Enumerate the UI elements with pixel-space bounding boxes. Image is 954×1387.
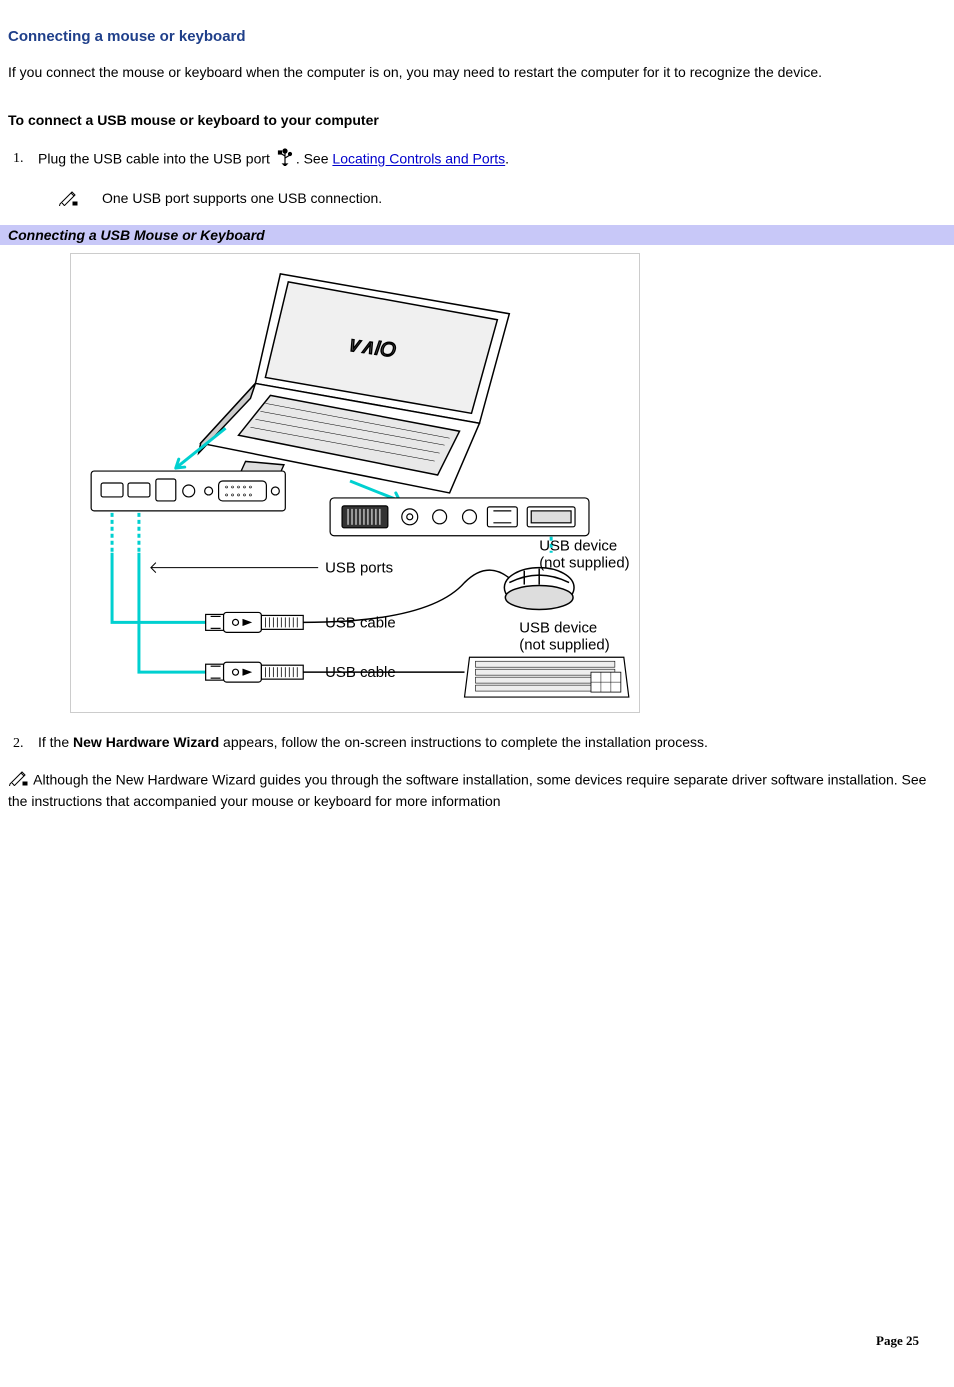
pencil-note-icon: [58, 190, 78, 209]
step-2: 2. If the New Hardware Wizard appears, f…: [38, 733, 946, 753]
diagram-label-device-2a: USB device: [519, 619, 597, 636]
usb-icon: [277, 148, 293, 172]
step-1: 1. Plug the USB cable into the USB port …: [38, 148, 946, 172]
step1-text-c: .: [505, 151, 509, 167]
note1-text: One USB port supports one USB connection…: [102, 190, 382, 206]
usb-connection-diagram: ∨∧IO: [70, 253, 640, 713]
figure-caption: Connecting a USB Mouse or Keyboard: [0, 225, 954, 245]
diagram-label-usb-ports: USB ports: [325, 559, 393, 576]
locating-controls-link[interactable]: Locating Controls and Ports: [332, 151, 505, 167]
subheading: To connect a USB mouse or keyboard to yo…: [8, 111, 946, 131]
step2-bold: New Hardware Wizard: [73, 734, 219, 750]
diagram-label-device-1b: (not supplied): [539, 554, 629, 571]
step2-text-a: If the: [38, 734, 73, 750]
note-1: One USB port supports one USB connection…: [58, 190, 946, 209]
step1-text-a: Plug the USB cable into the USB port: [38, 151, 274, 167]
step2-text-b: appears, follow the on-screen instructio…: [219, 734, 708, 750]
intro-paragraph: If you connect the mouse or keyboard whe…: [8, 63, 946, 83]
page-number: Page 25: [876, 1333, 919, 1349]
diagram-label-device-2b: (not supplied): [519, 636, 609, 653]
pencil-note-icon: [8, 770, 28, 792]
section-heading: Connecting a mouse or keyboard: [8, 28, 946, 45]
note-2: Although the New Hardware Wizard guides …: [8, 770, 946, 811]
note2-text: Although the New Hardware Wizard guides …: [8, 772, 926, 809]
diagram-label-device-1a: USB device: [539, 537, 617, 554]
step1-text-b: . See: [296, 151, 333, 167]
